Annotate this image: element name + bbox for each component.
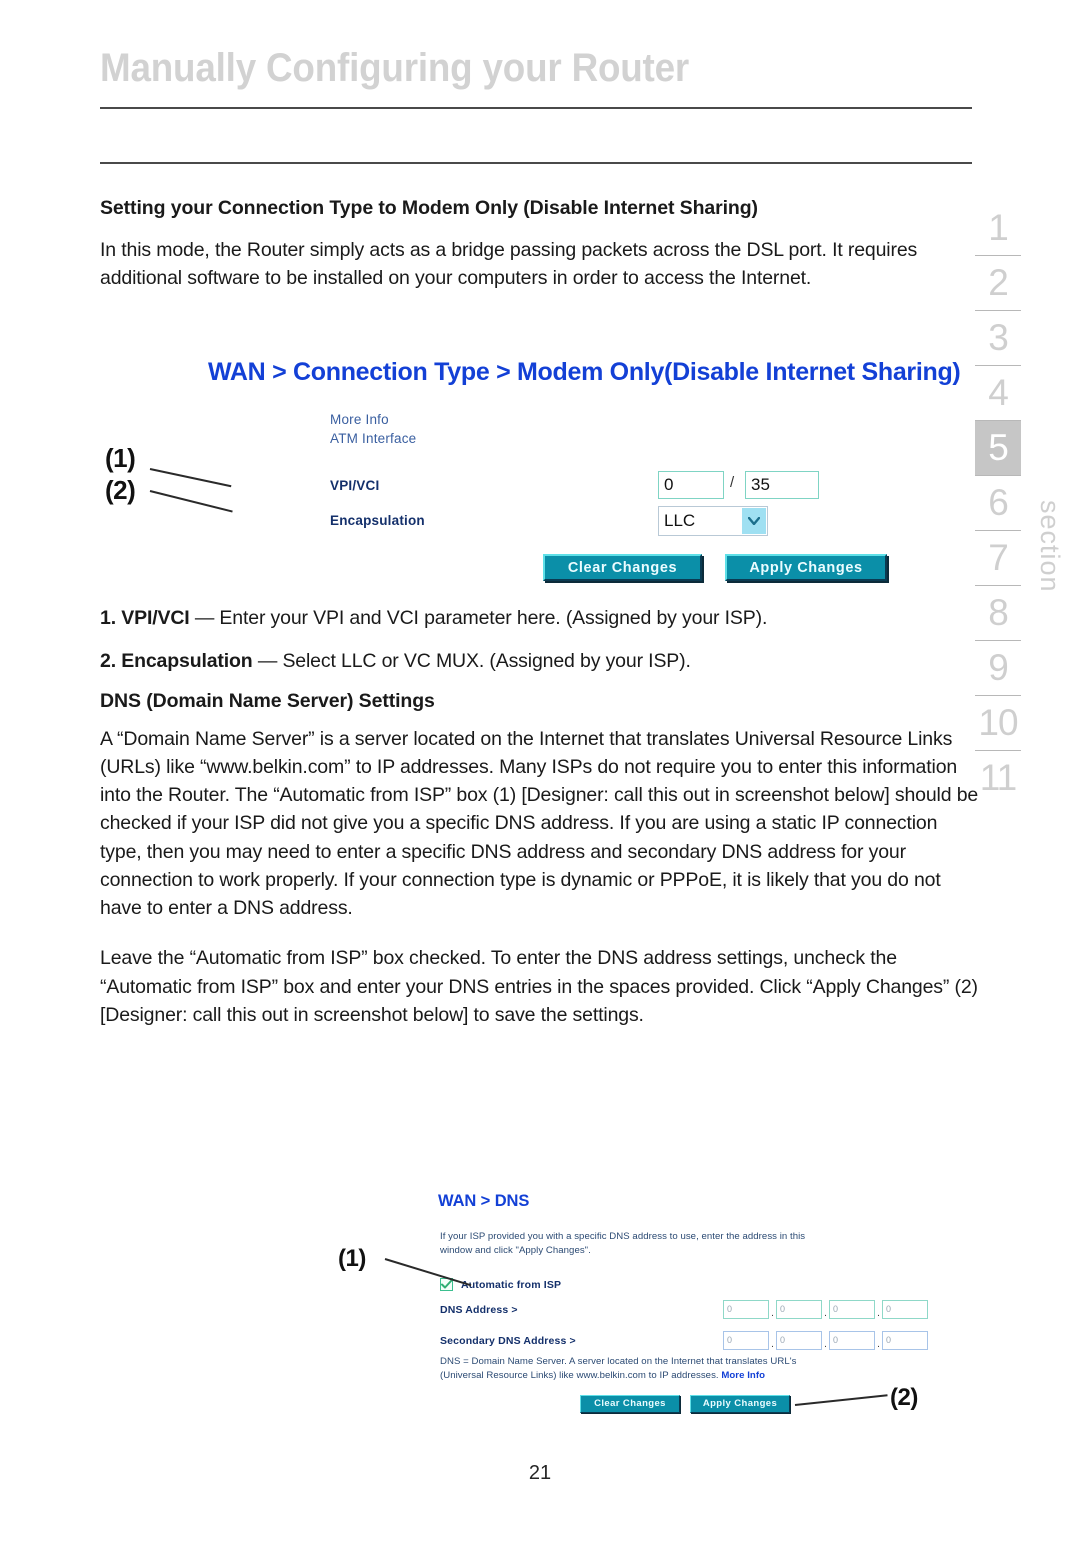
section-heading: Setting your Connection Type to Modem On… <box>100 197 758 219</box>
dns-paragraph-2: Leave the “Automatic from ISP” box check… <box>100 947 978 1026</box>
main-content: Setting your Connection Type to Modem On… <box>100 196 980 1041</box>
secondary-octet-4[interactable]: 0 <box>882 1331 928 1350</box>
secondary-octet-1[interactable]: 0 <box>723 1331 769 1350</box>
atm-interface-label: ATM Interface <box>330 431 417 446</box>
list-item-vpivci-text: — Enter your VPI and VCI parameter here.… <box>189 607 768 630</box>
list-item-encapsulation-text: — Select LLC or VC MUX. (Assigned by you… <box>252 649 691 672</box>
clear-changes-button[interactable]: Clear Changes <box>543 554 702 581</box>
section-rail-item-2[interactable]: 2 <box>975 255 1021 310</box>
encapsulation-select-value: LLC <box>664 511 696 530</box>
vci-input[interactable]: 35 <box>745 471 819 499</box>
dns-apply-changes-button[interactable]: Apply Changes <box>690 1395 790 1413</box>
octet-separator: . <box>824 1339 827 1350</box>
intro-paragraph: In this mode, the Router simply acts as … <box>100 238 918 289</box>
vpi-input[interactable]: 0 <box>658 471 724 499</box>
section-rail-item-1[interactable]: 1 <box>975 200 1021 255</box>
header-rule-top <box>100 107 972 109</box>
octet-separator: . <box>877 1339 880 1350</box>
chevron-down-icon[interactable] <box>742 508 766 534</box>
callout-marker-2-panel1: (2) <box>105 475 136 505</box>
secondary-octet-3[interactable]: 0 <box>829 1331 875 1350</box>
list-item-vpivci: 1. VPI/VCI — Enter your VPI and VCI para… <box>100 604 980 632</box>
dns-octet-2[interactable]: 0 <box>776 1300 822 1319</box>
dns-clear-changes-button[interactable]: Clear Changes <box>580 1395 680 1413</box>
list-item-encapsulation-label: 2. Encapsulation <box>100 649 253 672</box>
section-rail-item-9[interactable]: 9 <box>975 640 1021 695</box>
list-item-vpivci-label: 1. VPI/VCI <box>100 607 190 630</box>
dns-octet-3[interactable]: 0 <box>829 1300 875 1319</box>
section-rail-item-8[interactable]: 8 <box>975 585 1021 640</box>
router-screenshot-connection-type: WAN > Connection Type > Modem Only(Disab… <box>100 350 980 600</box>
section-rail-item-10[interactable]: 10 <box>975 695 1021 750</box>
octet-separator: . <box>771 1308 774 1319</box>
apply-changes-button[interactable]: Apply Changes <box>725 554 887 581</box>
page-header: Manually Configuring your Router <box>100 48 972 88</box>
callout-marker-1-panel2: (1) <box>338 1245 366 1272</box>
section-rail-item-5[interactable]: 5 <box>975 420 1021 475</box>
dns-panel-footnote: DNS = Domain Name Server. A server locat… <box>440 1355 835 1382</box>
octet-separator: . <box>824 1308 827 1319</box>
secondary-octet-2[interactable]: 0 <box>776 1331 822 1350</box>
more-info-link-dns[interactable]: More Info <box>721 1370 765 1381</box>
automatic-from-isp-label: Automatic from ISP <box>461 1278 562 1291</box>
dns-address-octets: 0 . 0 . 0 . 0 <box>723 1300 928 1319</box>
dns-paragraph-1: A “Domain Name Server” is a server locat… <box>100 727 979 920</box>
callout-marker-2-panel2: (2) <box>890 1384 918 1411</box>
dns-octet-1[interactable]: 0 <box>723 1300 769 1319</box>
more-info-link[interactable]: More Info <box>330 412 389 427</box>
dns-address-label: DNS Address > <box>440 1304 518 1316</box>
section-rail-item-6[interactable]: 6 <box>975 475 1021 530</box>
section-rail-item-4[interactable]: 4 <box>975 365 1021 420</box>
encapsulation-label: Encapsulation <box>330 513 425 528</box>
section-rail-word: section <box>1035 500 1065 593</box>
section-rail-item-3[interactable]: 3 <box>975 310 1021 365</box>
section-rail-item-11[interactable]: 11 <box>975 750 1021 805</box>
page-title: Manually Configuring your Router <box>100 46 690 90</box>
vpi-vci-separator: / <box>730 474 735 491</box>
list-item-encapsulation: 2. Encapsulation — Select LLC or VC MUX.… <box>100 647 980 675</box>
secondary-dns-address-label: Secondary DNS Address > <box>440 1335 576 1347</box>
wan-connection-type-heading: WAN > Connection Type > Modem Only(Disab… <box>208 358 961 386</box>
wan-dns-heading: WAN > DNS <box>438 1192 530 1210</box>
header-rule-bottom <box>100 162 972 164</box>
encapsulation-select[interactable]: LLC <box>658 506 768 536</box>
page-number: 21 <box>528 1462 552 1484</box>
callout-marker-1-panel1: (1) <box>105 443 136 473</box>
dns-octet-4[interactable]: 0 <box>882 1300 928 1319</box>
octet-separator: . <box>877 1308 880 1319</box>
section-rail: 1 2 3 4 5 6 7 8 9 10 11 <box>975 200 1035 805</box>
octet-separator: . <box>771 1339 774 1350</box>
dns-settings-heading: DNS (Domain Name Server) Settings <box>100 689 435 712</box>
section-rail-item-7[interactable]: 7 <box>975 530 1021 585</box>
dns-panel-intro-text: If your ISP provided you with a specific… <box>440 1231 806 1256</box>
vpi-vci-label: VPI/VCI <box>330 478 380 493</box>
router-screenshot-dns: WAN > DNS If your ISP provided you with … <box>330 1180 970 1430</box>
secondary-dns-octets: 0 . 0 . 0 . 0 <box>723 1331 928 1350</box>
